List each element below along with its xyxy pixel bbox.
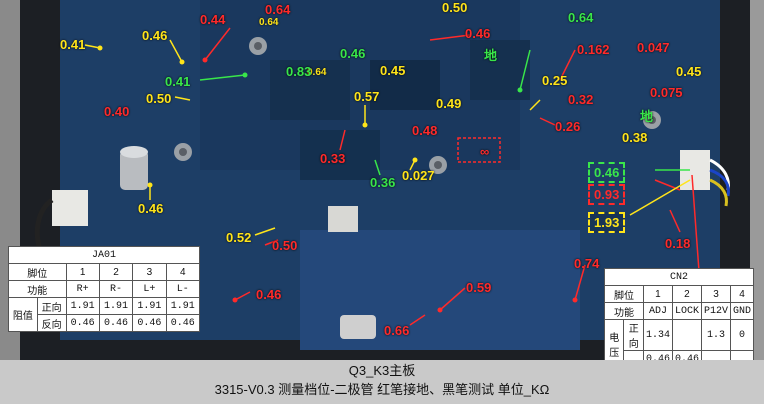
- measurement-label: 0.38: [622, 130, 648, 145]
- table-cell: L+: [132, 280, 167, 298]
- table-header-cell: 反向: [36, 314, 67, 332]
- table-cell: R+: [65, 280, 100, 298]
- measurement-label: 0.46: [256, 287, 282, 302]
- measurement-label: 0.18: [665, 236, 691, 251]
- table-cell: 1: [65, 263, 100, 281]
- measurement-label: 0.075: [650, 85, 683, 100]
- table-header-cell: 功能: [604, 302, 644, 320]
- measurement-label: 0.83: [286, 64, 312, 79]
- table-cell: 0: [729, 319, 755, 351]
- table-cell: 0.46: [165, 314, 201, 332]
- measurement-label: 0.162: [577, 42, 610, 57]
- measurement-label: 0.64: [265, 2, 291, 17]
- table-cell: 1.34: [642, 319, 673, 351]
- cn2-pin-table: CN2 脚位 1 2 3 4 功能 ADJ LOCK P12V GND 电压 正…: [603, 268, 755, 368]
- measurement-label-boxed: 0.93: [588, 184, 626, 205]
- table-cell: P12V: [700, 302, 731, 320]
- table-cell: ADJ: [642, 302, 673, 320]
- photo: 0.44 0.64 0.46 0.162 0.047 0.40 0.32 0.2…: [0, 0, 764, 404]
- table-cell: 1.3: [700, 319, 731, 351]
- measurement-label: 0.49: [436, 96, 462, 111]
- measurement-label: 0.44: [200, 12, 226, 27]
- measurement-label: 0.32: [568, 92, 594, 107]
- table-cell: 3: [700, 285, 731, 303]
- table-cell: GND: [729, 302, 755, 320]
- table-cell: 1: [642, 285, 673, 303]
- measurement-label-boxed: 1.93: [588, 212, 626, 233]
- cn2-table-title: CN2: [604, 268, 754, 286]
- measurement-label: 0.57: [354, 89, 380, 104]
- measurement-label: 0.64: [259, 17, 279, 28]
- measurement-label: 0.40: [104, 104, 130, 119]
- measurement-label: 0.41: [60, 37, 86, 52]
- table-cell: 2: [98, 263, 134, 281]
- caption-bar: Q3_K3主板 3315-V0.3 测量档位-二极管 红笔接地、黑笔测试 单位_…: [0, 360, 764, 404]
- measurement-label: 0.46: [465, 26, 491, 41]
- table-cell: 1.91: [98, 297, 134, 315]
- measurement-label: 0.45: [380, 63, 406, 78]
- table-cell: 0.46: [132, 314, 167, 332]
- table-cell: 1.91: [132, 297, 167, 315]
- ja01-pin-table: JA01 脚位 1 2 3 4 功能 R+ R- L+ L- 阻值 正向 1.9…: [8, 246, 201, 332]
- ground-label: 地: [640, 109, 654, 124]
- table-group-cell: 阻值: [8, 297, 38, 332]
- table-cell: [671, 319, 702, 351]
- measurement-label: 0.66: [384, 323, 410, 338]
- table-cell: L-: [165, 280, 201, 298]
- measurement-label-boxed: 0.46: [588, 162, 626, 183]
- caption-subtitle: 3315-V0.3 测量档位-二极管 红笔接地、黑笔测试 单位_KΩ: [214, 382, 550, 397]
- measurement-label: 0.047: [637, 40, 670, 55]
- measurement-label: 0.50: [272, 238, 298, 253]
- measurement-label: 0.50: [442, 0, 468, 15]
- table-cell: R-: [98, 280, 134, 298]
- measurement-label: 0.52: [226, 230, 252, 245]
- table-header-cell: 正向: [623, 319, 644, 351]
- measurement-label: 0.46: [142, 28, 168, 43]
- measurement-label: 0.64: [568, 10, 594, 25]
- measurement-label: 0.36: [370, 175, 396, 190]
- table-cell: 2: [671, 285, 702, 303]
- measurement-label: 0.45: [676, 64, 702, 79]
- measurement-label: 0.027: [402, 168, 435, 183]
- table-cell: 4: [729, 285, 755, 303]
- ja01-table-title: JA01: [8, 246, 200, 264]
- measurement-label: 0.26: [555, 119, 581, 134]
- caption-title: Q3_K3主板: [348, 363, 416, 378]
- table-cell: 3: [132, 263, 167, 281]
- table-cell: LOCK: [671, 302, 702, 320]
- measurement-label: 0.25: [542, 73, 568, 88]
- table-header-cell: 脚位: [8, 263, 67, 281]
- ground-label: 地: [484, 48, 498, 63]
- table-header-cell: 正向: [36, 297, 67, 315]
- measurement-label: 0.33: [320, 151, 346, 166]
- measurement-label: 0.46: [138, 201, 164, 216]
- measurement-label: 0.59: [466, 280, 492, 295]
- table-header-cell: 脚位: [604, 285, 644, 303]
- table-cell: 0.46: [98, 314, 134, 332]
- table-header-cell: 功能: [8, 280, 67, 298]
- table-cell: 0.46: [65, 314, 100, 332]
- table-cell: 1.91: [65, 297, 100, 315]
- table-cell: 4: [165, 263, 201, 281]
- measurement-label: 0.48: [412, 123, 438, 138]
- measurement-label: 0.41: [165, 74, 191, 89]
- measurement-label: 0.50: [146, 91, 172, 106]
- measurement-label: 0.74: [574, 256, 600, 271]
- table-cell: 1.91: [165, 297, 201, 315]
- measurement-label: ∞: [480, 144, 490, 159]
- measurement-label: 0.46: [340, 46, 366, 61]
